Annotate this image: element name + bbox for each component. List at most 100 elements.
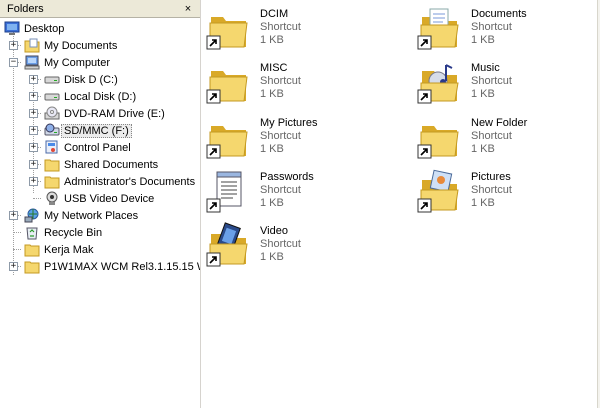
tree-item-dvd-drive-e[interactable]: + DVD-RAM Drive (E:) [0,105,200,122]
expand-icon[interactable]: + [9,262,18,271]
file-size: 1 KB [471,34,495,46]
tree-item-label: My Documents [44,39,118,52]
file-type: Shortcut [471,130,512,142]
tree-item-label: Local Disk (D:) [64,90,137,103]
expand-icon[interactable]: + [29,75,38,84]
file-size: 1 KB [260,88,284,100]
file-type: Shortcut [260,75,301,87]
tree-item-label: Disk D (C:) [64,73,118,86]
file-item-new-folder[interactable]: New Folder Shortcut 1 KB [416,114,596,164]
expand-icon[interactable]: + [9,211,18,220]
file-name: New Folder [471,117,528,129]
tree-item-label: Shared Documents [64,158,159,171]
removable-disk-icon [44,123,60,138]
file-name: Pictures [471,171,511,183]
folder-icon [44,157,60,172]
tree-item-label: USB Video Device [64,192,155,205]
folder-shortcut-icon [205,5,251,51]
tree-item-label: Control Panel [64,141,131,154]
file-type: Shortcut [260,130,301,142]
tree-item-label: SD/MMC (F:) [61,123,132,138]
dvd-drive-icon [44,106,60,121]
file-item-documents[interactable]: Documents Shortcut 1 KB [416,5,596,55]
tree-item-my-documents[interactable]: + My Documents [0,37,200,54]
folder-icon [44,174,60,189]
tree-item-control-panel[interactable]: + Control Panel [0,139,200,156]
folder-icon [24,259,40,274]
tree-item-local-disk-d[interactable]: + Local Disk (D:) [0,88,200,105]
pictures-folder-shortcut-icon [416,168,462,214]
webcam-icon [44,191,60,206]
file-size: 1 KB [471,143,495,155]
tree-item-administrators-documents[interactable]: + Administrator's Documents [0,173,200,190]
tree-item-label: My Network Places [44,209,139,222]
file-item-passwords[interactable]: Passwords Shortcut 1 KB [205,168,385,218]
tree-item-label: Administrator's Documents [64,175,196,188]
music-folder-shortcut-icon [416,59,462,105]
close-icon[interactable]: × [182,3,194,15]
file-item-my-pictures[interactable]: My Pictures Shortcut 1 KB [205,114,385,164]
file-name: Documents [471,8,527,20]
my-documents-icon [24,38,40,53]
expand-icon[interactable]: + [29,160,38,169]
file-size: 1 KB [260,251,284,263]
notepad-shortcut-icon [205,168,251,214]
tree-item-label: Recycle Bin [44,226,103,239]
control-panel-icon [44,140,60,155]
folder-shortcut-icon [205,114,251,160]
tree-item-label: P1W1MAX WCM Rel3.1.15.15 W2 [44,260,200,273]
expand-icon[interactable]: + [29,143,38,152]
file-item-misc[interactable]: MISC Shortcut 1 KB [205,59,385,109]
expand-icon[interactable]: + [29,177,38,186]
file-item-pictures[interactable]: Pictures Shortcut 1 KB [416,168,596,218]
expand-icon[interactable]: + [29,109,38,118]
file-size: 1 KB [471,197,495,209]
hard-drive-icon [44,89,60,104]
file-type: Shortcut [260,238,301,250]
file-size: 1 KB [260,143,284,155]
recycle-bin-icon [24,225,40,240]
my-computer-icon [24,55,40,70]
tree-item-usb-video-device[interactable]: USB Video Device [0,190,200,207]
tree-item-recycle-bin[interactable]: Recycle Bin [0,224,200,241]
expand-icon[interactable]: + [9,41,18,50]
file-name: Video [260,225,288,237]
video-folder-shortcut-icon [205,222,251,268]
file-item-dcim[interactable]: DCIM Shortcut 1 KB [205,5,385,55]
desktop-icon [4,21,20,36]
tree-item-my-network-places[interactable]: + My Network Places [0,207,200,224]
expand-icon[interactable]: + [29,92,38,101]
file-item-video[interactable]: Video Shortcut 1 KB [205,222,385,272]
file-size: 1 KB [260,197,284,209]
tree-item-p1w1max[interactable]: + P1W1MAX WCM Rel3.1.15.15 W2 [0,258,200,275]
file-type: Shortcut [260,184,301,196]
tree-item-kerja-mak[interactable]: Kerja Mak [0,241,200,258]
expand-icon[interactable]: + [29,126,38,135]
hard-drive-icon [44,72,60,87]
tree-item-disk-c[interactable]: + Disk D (C:) [0,71,200,88]
tree-item-shared-documents[interactable]: + Shared Documents [0,156,200,173]
file-name: DCIM [260,8,289,20]
file-name: My Pictures [260,117,318,129]
tree-item-label: Desktop [24,22,65,35]
file-type: Shortcut [471,184,512,196]
tree-item-sd-mmc-f[interactable]: + SD/MMC (F:) [0,122,200,139]
content-pane: DCIM Shortcut 1 KB Documents Shortcut 1 … [202,0,600,408]
tree-item-label: Kerja Mak [44,243,94,256]
folder-tree: Desktop + My Documents − My Computer + D… [0,18,200,407]
tree-item-label: DVD-RAM Drive (E:) [64,107,165,120]
documents-folder-shortcut-icon [416,5,462,51]
file-size: 1 KB [260,34,284,46]
tree-item-my-computer[interactable]: − My Computer [0,54,200,71]
file-type: Shortcut [471,21,512,33]
folders-pane-title: Folders [7,2,44,15]
folder-shortcut-icon [416,114,462,160]
file-item-music[interactable]: Music Shortcut 1 KB [416,59,596,109]
tree-item-label: My Computer [44,56,111,69]
file-size: 1 KB [471,88,495,100]
tree-item-desktop[interactable]: Desktop [0,20,200,37]
file-name: MISC [260,62,288,74]
file-name: Passwords [260,171,314,183]
collapse-icon[interactable]: − [9,58,18,67]
folders-pane-header: Folders × [0,0,200,18]
